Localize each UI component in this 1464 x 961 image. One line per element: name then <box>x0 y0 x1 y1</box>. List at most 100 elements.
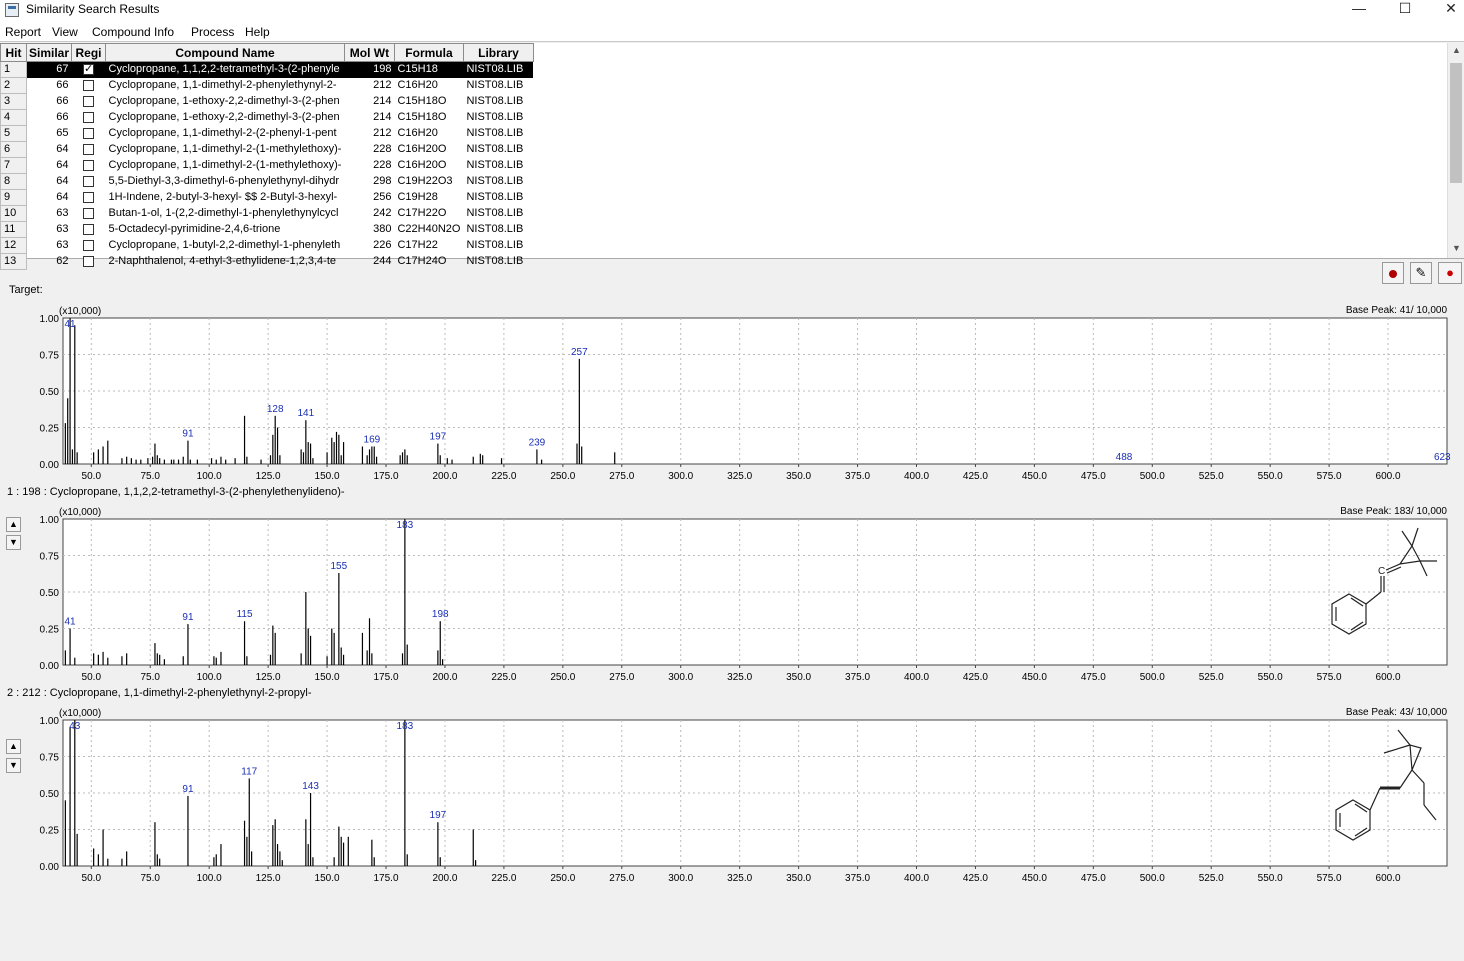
x-tick-label: 500.0 <box>1140 672 1165 683</box>
x-tick-label: 450.0 <box>1022 672 1047 683</box>
x-tick-label: 50.0 <box>82 471 102 482</box>
x-tick-label: 575.0 <box>1317 672 1342 683</box>
base-peak-label: Base Peak: 183/ 10,000 <box>1340 506 1447 517</box>
y-tick-label: 0.00 <box>40 460 60 471</box>
peak-label: 169 <box>364 434 381 445</box>
x-tick-label: 425.0 <box>963 873 988 884</box>
x-tick-label: 300.0 <box>668 672 693 683</box>
hit2-spectrum: 0.00 0.25 0.50 0.75 1.00 50.0 75.0 100.0 125.0 15… <box>40 707 1448 884</box>
y-tick-label: 0.50 <box>40 387 60 398</box>
x-tick-label: 425.0 <box>963 672 988 683</box>
x-tick-label: 425.0 <box>963 471 988 482</box>
x-tick-label: 250.0 <box>550 873 575 884</box>
spectra-canvas: 0.00 0.25 0.50 0.75 1.00 50.0 75.0 100.0 125.0 15… <box>40 305 1452 884</box>
peak-label: 239 <box>529 437 546 448</box>
base-peak-label: Base Peak: 43/ 10,000 <box>1346 707 1448 718</box>
x-tick-label: 575.0 <box>1317 873 1342 884</box>
x-tick-label: 325.0 <box>727 672 752 683</box>
x-tick-label: 175.0 <box>373 873 398 884</box>
x-tick-label: 75.0 <box>141 471 161 482</box>
x-tick-label: 550.0 <box>1258 471 1283 482</box>
peak-label: 128 <box>267 404 284 415</box>
x-tick-label: 550.0 <box>1258 873 1283 884</box>
x-tick-label: 350.0 <box>786 471 811 482</box>
x-tick-label: 475.0 <box>1081 471 1106 482</box>
y-tick-label: 1.00 <box>40 716 60 727</box>
peak-label: 488 <box>1116 452 1133 463</box>
x-tick-label: 250.0 <box>550 471 575 482</box>
peak-label: 117 <box>241 766 257 777</box>
x-tick-label: 300.0 <box>668 873 693 884</box>
structure-atom-label: C <box>1378 566 1385 577</box>
x-tick-label: 400.0 <box>904 873 929 884</box>
x-tick-label: 450.0 <box>1022 471 1047 482</box>
x-tick-label: 525.0 <box>1199 672 1224 683</box>
x-tick-label: 100.0 <box>197 873 222 884</box>
peak-label: 43 <box>69 721 81 732</box>
x-tick-label: 600.0 <box>1376 672 1401 683</box>
x-tick-label: 500.0 <box>1140 471 1165 482</box>
peak-label: 183 <box>397 520 414 531</box>
peak-label: 41 <box>65 319 77 330</box>
y-tick-label: 0.25 <box>40 625 60 636</box>
x-tick-label: 125.0 <box>256 873 281 884</box>
x-tick-label: 475.0 <box>1081 873 1106 884</box>
x-tick-label: 525.0 <box>1199 471 1224 482</box>
x-tick-label: 75.0 <box>141 873 161 884</box>
x-tick-label: 325.0 <box>727 873 752 884</box>
x-tick-label: 125.0 <box>256 672 281 683</box>
x-tick-label: 275.0 <box>609 471 634 482</box>
y-tick-label: 0.25 <box>40 826 60 837</box>
base-peak-label: Base Peak: 41/ 10,000 <box>1346 305 1448 316</box>
x-tick-label: 150.0 <box>315 672 340 683</box>
x-tick-label: 100.0 <box>197 672 222 683</box>
y-tick-label: 0.00 <box>40 862 60 873</box>
x-tick-label: 350.0 <box>786 672 811 683</box>
x-tick-label: 450.0 <box>1022 873 1047 884</box>
x-tick-label: 50.0 <box>82 873 102 884</box>
peak-label: 91 <box>182 784 194 795</box>
x-tick-label: 375.0 <box>845 471 870 482</box>
peak-label: 141 <box>298 408 315 419</box>
x-tick-label: 300.0 <box>668 471 693 482</box>
x-tick-label: 600.0 <box>1376 873 1401 884</box>
y-tick-label: 1.00 <box>40 515 60 526</box>
x-tick-label: 250.0 <box>550 672 575 683</box>
peak-label: 257 <box>571 347 588 358</box>
x-tick-label: 275.0 <box>609 672 634 683</box>
peak-label: 143 <box>302 781 319 792</box>
x-tick-label: 125.0 <box>256 471 281 482</box>
y-tick-label: 0.75 <box>40 753 60 764</box>
scale-label: (x10,000) <box>59 708 101 719</box>
x-tick-label: 75.0 <box>141 672 161 683</box>
y-tick-label: 0.00 <box>40 661 60 672</box>
peak-label: 197 <box>430 810 447 821</box>
y-tick-label: 0.75 <box>40 351 60 362</box>
x-tick-label: 200.0 <box>432 672 457 683</box>
x-tick-label: 175.0 <box>373 471 398 482</box>
x-tick-label: 150.0 <box>315 873 340 884</box>
x-tick-label: 575.0 <box>1317 471 1342 482</box>
scale-label: (x10,000) <box>59 507 101 518</box>
x-tick-label: 475.0 <box>1081 672 1106 683</box>
peak-label: 155 <box>331 561 348 572</box>
x-tick-label: 200.0 <box>432 471 457 482</box>
x-tick-label: 225.0 <box>491 672 516 683</box>
x-tick-label: 225.0 <box>491 873 516 884</box>
x-tick-label: 325.0 <box>727 471 752 482</box>
peak-label: 197 <box>430 432 447 443</box>
x-tick-label: 375.0 <box>845 873 870 884</box>
y-tick-label: 0.50 <box>40 588 60 599</box>
peak-label: 198 <box>432 609 449 620</box>
x-tick-label: 100.0 <box>197 471 222 482</box>
target-spectrum: 0.00 0.25 0.50 0.75 1.00 50.0 75.0 100.0 125.0 15… <box>40 305 1452 482</box>
x-tick-label: 400.0 <box>904 672 929 683</box>
x-tick-label: 275.0 <box>609 873 634 884</box>
x-tick-label: 175.0 <box>373 672 398 683</box>
x-tick-label: 525.0 <box>1199 873 1224 884</box>
y-tick-label: 0.50 <box>40 789 60 800</box>
peak-label: 91 <box>182 429 194 440</box>
peak-label: 41 <box>65 617 77 628</box>
x-tick-label: 350.0 <box>786 873 811 884</box>
x-tick-label: 600.0 <box>1376 471 1401 482</box>
